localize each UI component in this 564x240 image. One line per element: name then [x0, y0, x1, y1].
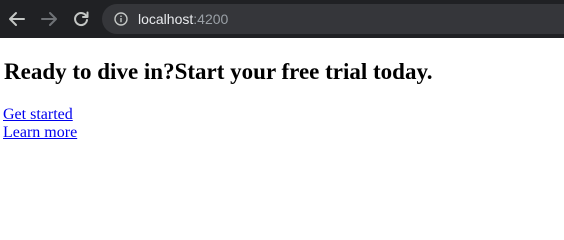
- reload-button[interactable]: [70, 8, 92, 30]
- learn-more-link[interactable]: Learn more: [3, 124, 77, 142]
- back-button[interactable]: [6, 8, 28, 30]
- reload-icon: [74, 11, 89, 27]
- arrow-right-icon: [41, 12, 57, 26]
- url-text[interactable]: localhost:4200: [138, 4, 228, 34]
- forward-button[interactable]: [38, 8, 60, 30]
- page-title: Ready to dive in?Start your free trial t…: [4, 59, 433, 84]
- browser-toolbar: localhost:4200: [0, 0, 564, 38]
- arrow-left-icon: [9, 12, 25, 26]
- info-icon[interactable]: [114, 12, 128, 26]
- page-content: Ready to dive in?Start your free trial t…: [0, 38, 564, 231]
- get-started-link[interactable]: Get started: [3, 106, 73, 124]
- address-bar[interactable]: localhost:4200: [102, 4, 564, 34]
- url-port: :4200: [193, 11, 229, 27]
- url-host: localhost: [138, 11, 194, 27]
